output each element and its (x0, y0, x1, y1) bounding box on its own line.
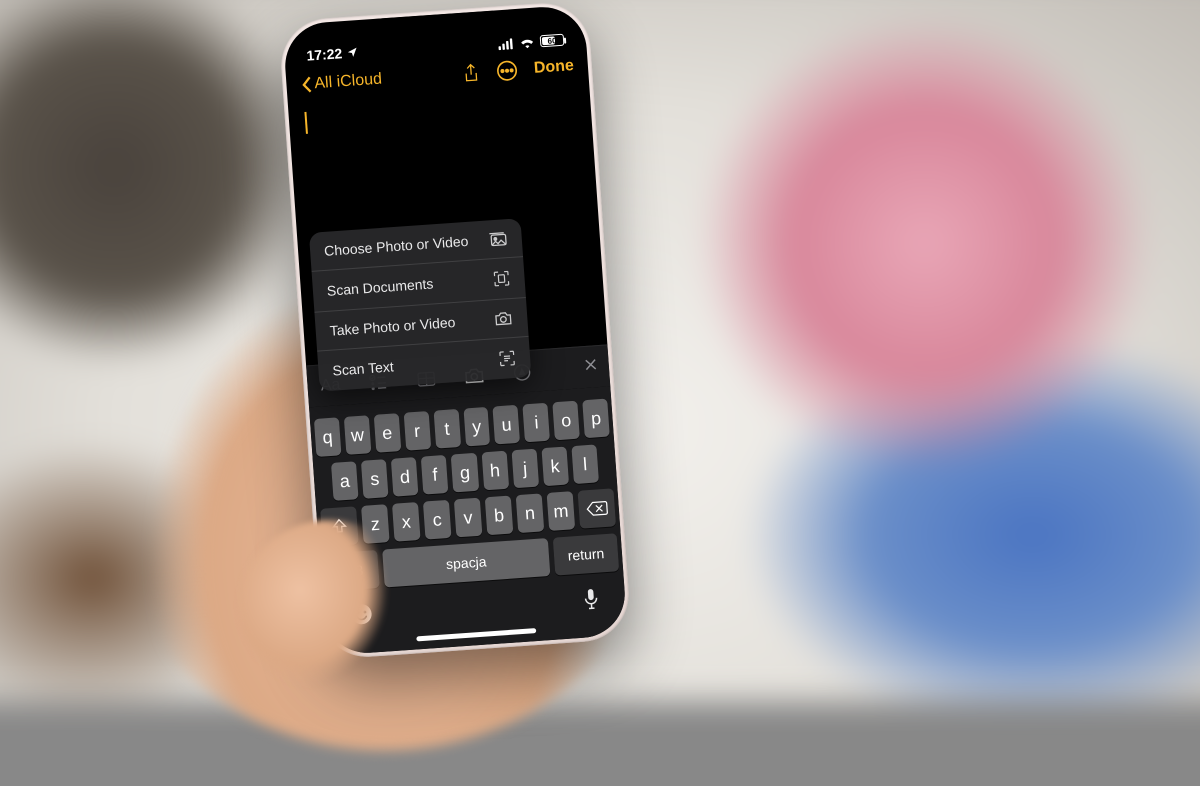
home-indicator[interactable] (416, 628, 536, 641)
thumb-illustration (240, 520, 420, 690)
more-icon[interactable] (495, 59, 518, 82)
key-i[interactable]: i (523, 403, 550, 443)
done-button[interactable]: Done (533, 57, 574, 78)
back-button[interactable]: All iCloud (300, 71, 383, 95)
close-icon (582, 356, 599, 373)
location-icon (346, 46, 359, 59)
status-time: 17:22 (306, 45, 343, 63)
key-j[interactable]: j (511, 449, 539, 489)
text-scan-icon (498, 349, 517, 368)
battery-pct: 60 (547, 36, 557, 46)
photo-stack-icon (487, 230, 508, 247)
key-c[interactable]: c (423, 500, 452, 540)
wifi-icon (519, 36, 536, 49)
share-icon[interactable] (461, 63, 480, 84)
menu-label: Scan Text (332, 358, 394, 378)
menu-label: Take Photo or Video (329, 314, 456, 339)
dictation-button[interactable] (582, 587, 600, 615)
key-m[interactable]: m (547, 491, 576, 531)
key-s[interactable]: s (361, 459, 389, 499)
mic-icon (582, 587, 599, 610)
key-r[interactable]: r (403, 411, 430, 451)
key-n[interactable]: n (516, 493, 545, 533)
key-b[interactable]: b (485, 496, 514, 536)
menu-label: Choose Photo or Video (324, 233, 469, 259)
key-p[interactable]: p (582, 399, 609, 439)
key-h[interactable]: h (481, 451, 509, 491)
doc-scanner-icon (492, 269, 511, 288)
key-o[interactable]: o (553, 401, 580, 441)
back-label: All iCloud (314, 71, 383, 94)
backspace-icon (585, 500, 608, 517)
key-y[interactable]: y (463, 407, 490, 447)
cellular-icon (498, 38, 515, 50)
key-return[interactable]: return (553, 533, 619, 575)
toolbar-close-button[interactable] (582, 356, 599, 378)
key-w[interactable]: w (344, 415, 371, 455)
key-g[interactable]: g (451, 453, 479, 493)
camera-context-menu: Choose Photo or Video Scan Documents Tak… (309, 218, 532, 391)
menu-label: Scan Documents (326, 275, 433, 298)
camera-icon (493, 310, 514, 327)
key-a[interactable]: a (331, 461, 359, 501)
key-v[interactable]: v (454, 498, 483, 538)
key-f[interactable]: f (421, 455, 449, 495)
key-l[interactable]: l (571, 444, 599, 484)
chevron-left-icon (300, 75, 313, 94)
key-e[interactable]: e (374, 413, 401, 453)
key-x[interactable]: x (392, 502, 421, 542)
text-cursor (304, 112, 308, 134)
key-q[interactable]: q (314, 417, 341, 457)
key-u[interactable]: u (493, 405, 520, 445)
key-t[interactable]: t (433, 409, 460, 449)
battery-indicator: 60 (540, 34, 565, 48)
key-k[interactable]: k (541, 447, 569, 487)
key-d[interactable]: d (391, 457, 419, 497)
key-bksp[interactable] (578, 488, 617, 528)
